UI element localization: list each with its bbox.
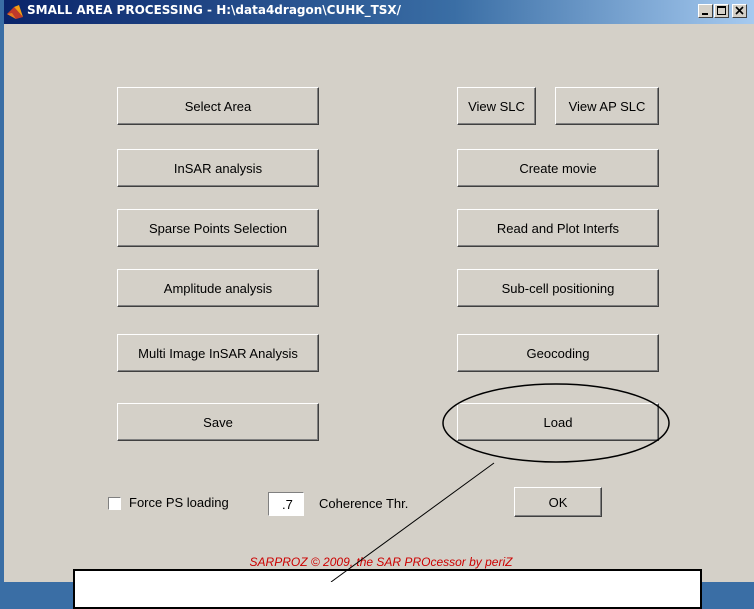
insar-analysis-button[interactable]: InSAR analysis: [117, 149, 319, 187]
annotation-callout-box: [73, 569, 702, 609]
maximize-button[interactable]: [714, 4, 729, 18]
amplitude-analysis-button[interactable]: Amplitude analysis: [117, 269, 319, 307]
footer-copyright: SARPROZ © 2009, the SAR PROcessor by per…: [249, 555, 513, 569]
minimize-button[interactable]: [698, 4, 713, 18]
sparse-points-selection-button[interactable]: Sparse Points Selection: [117, 209, 319, 247]
view-slc-button[interactable]: View SLC: [457, 87, 536, 125]
geocoding-button[interactable]: Geocoding: [457, 334, 659, 372]
read-plot-interfs-button[interactable]: Read and Plot Interfs: [457, 209, 659, 247]
force-ps-loading-checkbox[interactable]: [108, 497, 121, 510]
close-button[interactable]: [732, 4, 747, 18]
window-title: SMALL AREA PROCESSING - H:\data4dragon\C…: [27, 3, 402, 17]
minimize-icon: [702, 13, 708, 15]
ok-button[interactable]: OK: [514, 487, 602, 517]
view-ap-slc-button[interactable]: View AP SLC: [555, 87, 659, 125]
maximize-icon: [717, 6, 726, 15]
title-bar[interactable]: SMALL AREA PROCESSING - H:\data4dragon\C…: [4, 0, 754, 24]
force-ps-loading-label: Force PS loading: [129, 495, 229, 510]
sub-cell-positioning-button[interactable]: Sub-cell positioning: [457, 269, 659, 307]
load-button[interactable]: Load: [457, 403, 659, 441]
select-area-button[interactable]: Select Area: [117, 87, 319, 125]
close-icon: [735, 6, 744, 15]
app-window: SMALL AREA PROCESSING - H:\data4dragon\C…: [4, 0, 754, 582]
coherence-threshold-label: Coherence Thr.: [319, 496, 409, 511]
multi-image-insar-button[interactable]: Multi Image InSAR Analysis: [117, 334, 319, 372]
save-button[interactable]: Save: [117, 403, 319, 441]
create-movie-button[interactable]: Create movie: [457, 149, 659, 187]
matlab-app-icon: [7, 5, 23, 19]
coherence-threshold-input[interactable]: .7: [268, 492, 304, 516]
